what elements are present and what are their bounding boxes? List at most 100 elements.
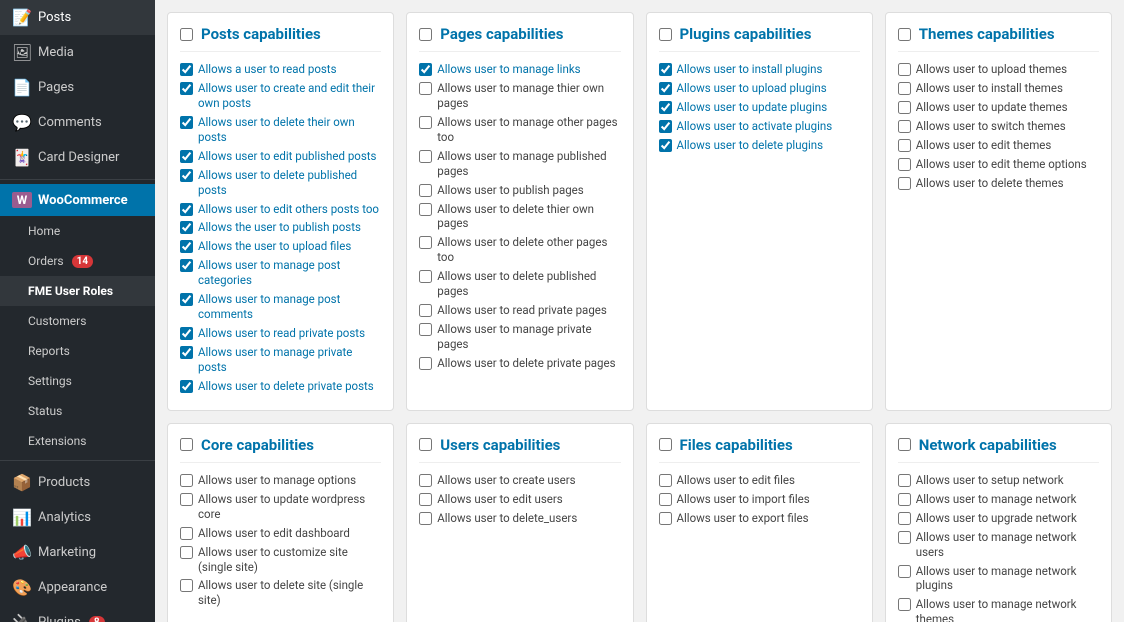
users-select-all-checkbox[interactable] xyxy=(419,438,432,451)
capability-checkbox[interactable] xyxy=(419,357,432,370)
capability-label: Allows user to publish pages xyxy=(437,183,583,198)
capability-checkbox[interactable] xyxy=(419,323,432,336)
capability-checkbox[interactable] xyxy=(419,304,432,317)
sidebar-item-extensions[interactable]: Extensions xyxy=(0,426,155,456)
capability-checkbox[interactable] xyxy=(659,512,672,525)
capability-checkbox[interactable] xyxy=(180,63,193,76)
capability-checkbox[interactable] xyxy=(419,116,432,129)
sidebar-item-products[interactable]: 📦 Products xyxy=(0,465,155,500)
sidebar-item-posts[interactable]: 📝 Posts xyxy=(0,0,155,35)
sidebar-item-home[interactable]: Home xyxy=(0,216,155,246)
files-select-all-checkbox[interactable] xyxy=(659,438,672,451)
list-item: Allows user to manage post comments xyxy=(180,292,381,322)
capability-checkbox[interactable] xyxy=(898,82,911,95)
sidebar-item-fme-user-roles[interactable]: FME User Roles xyxy=(0,276,155,306)
themes-select-all-checkbox[interactable] xyxy=(898,28,911,41)
capability-checkbox[interactable] xyxy=(898,101,911,114)
capability-checkbox[interactable] xyxy=(659,474,672,487)
sidebar-item-plugins[interactable]: 🔌 Plugins 8 xyxy=(0,605,155,622)
capability-checkbox[interactable] xyxy=(419,512,432,525)
capability-checkbox[interactable] xyxy=(180,203,193,216)
capability-checkbox[interactable] xyxy=(898,139,911,152)
core-select-all-checkbox[interactable] xyxy=(180,438,193,451)
capability-checkbox[interactable] xyxy=(180,346,193,359)
sidebar-item-settings[interactable]: Settings xyxy=(0,366,155,396)
capability-checkbox[interactable] xyxy=(898,474,911,487)
capability-checkbox[interactable] xyxy=(419,150,432,163)
capability-checkbox[interactable] xyxy=(180,82,193,95)
capability-label: Allows user to upgrade network xyxy=(916,511,1077,526)
list-item: Allows user to activate plugins xyxy=(659,119,860,134)
capability-label: Allows user to delete published pages xyxy=(437,269,620,299)
sidebar-item-analytics[interactable]: 📊 Analytics xyxy=(0,500,155,535)
capability-checkbox[interactable] xyxy=(180,579,193,592)
posts-select-all-checkbox[interactable] xyxy=(180,28,193,41)
sidebar-item-customers[interactable]: Customers xyxy=(0,306,155,336)
sidebar-item-media[interactable]: 🖼 Media xyxy=(0,35,155,70)
sidebar-item-pages[interactable]: 📄 Pages xyxy=(0,70,155,105)
capability-checkbox[interactable] xyxy=(659,63,672,76)
capability-label: Allows the user to publish posts xyxy=(198,220,361,235)
sidebar-item-comments[interactable]: 💬 Comments xyxy=(0,105,155,140)
capability-checkbox[interactable] xyxy=(898,493,911,506)
network-items-list: Allows user to setup networkAllows user … xyxy=(898,473,1099,622)
network-card-title: Network capabilities xyxy=(919,436,1057,454)
capability-checkbox[interactable] xyxy=(898,177,911,190)
list-item: Allows user to edit published posts xyxy=(180,149,381,164)
capability-checkbox[interactable] xyxy=(898,120,911,133)
capability-checkbox[interactable] xyxy=(180,546,193,559)
capability-checkbox[interactable] xyxy=(180,474,193,487)
capability-checkbox[interactable] xyxy=(419,63,432,76)
capability-checkbox[interactable] xyxy=(180,221,193,234)
capability-checkbox[interactable] xyxy=(180,527,193,540)
capability-checkbox[interactable] xyxy=(180,150,193,163)
sidebar-item-reports[interactable]: Reports xyxy=(0,336,155,366)
capability-checkbox[interactable] xyxy=(659,139,672,152)
capability-checkbox[interactable] xyxy=(180,240,193,253)
capability-checkbox[interactable] xyxy=(419,82,432,95)
capability-checkbox[interactable] xyxy=(659,493,672,506)
capability-checkbox[interactable] xyxy=(180,493,193,506)
capability-checkbox[interactable] xyxy=(180,169,193,182)
capability-checkbox[interactable] xyxy=(419,236,432,249)
capability-label: Allows user to manage private pages xyxy=(437,322,620,352)
capability-checkbox[interactable] xyxy=(898,158,911,171)
sidebar-item-status[interactable]: Status xyxy=(0,396,155,426)
capability-checkbox[interactable] xyxy=(419,493,432,506)
sidebar-item-appearance[interactable]: 🎨 Appearance xyxy=(0,570,155,605)
capability-checkbox[interactable] xyxy=(898,63,911,76)
sidebar-item-woocommerce[interactable]: W WooCommerce xyxy=(0,184,155,216)
capability-checkbox[interactable] xyxy=(180,259,193,272)
themes-card-header: Themes capabilities xyxy=(898,25,1099,52)
sidebar-item-marketing[interactable]: 📣 Marketing xyxy=(0,535,155,570)
capability-label: Allows user to update themes xyxy=(916,100,1068,115)
list-item: Allows user to manage network users xyxy=(898,530,1099,560)
capability-checkbox[interactable] xyxy=(659,82,672,95)
capability-checkbox[interactable] xyxy=(659,120,672,133)
sidebar-item-orders[interactable]: Orders 14 xyxy=(0,246,155,276)
core-capabilities-card: Core capabilities Allows user to manage … xyxy=(167,423,394,622)
capability-checkbox[interactable] xyxy=(180,380,193,393)
plugins-icon: 🔌 xyxy=(12,613,32,622)
capability-checkbox[interactable] xyxy=(419,270,432,283)
capabilities-grid: Posts capabilities Allows a user to read… xyxy=(167,12,1112,622)
list-item: Allows user to delete published pages xyxy=(419,269,620,299)
capability-checkbox[interactable] xyxy=(180,293,193,306)
plugins-select-all-checkbox[interactable] xyxy=(659,28,672,41)
capability-checkbox[interactable] xyxy=(898,565,911,578)
capability-checkbox[interactable] xyxy=(180,116,193,129)
capability-checkbox[interactable] xyxy=(180,327,193,340)
network-select-all-checkbox[interactable] xyxy=(898,438,911,451)
pages-select-all-checkbox[interactable] xyxy=(419,28,432,41)
capability-checkbox[interactable] xyxy=(898,512,911,525)
capability-label: Allows user to manage network themes xyxy=(916,597,1099,622)
pages-icon: 📄 xyxy=(12,78,32,97)
themes-card-title: Themes capabilities xyxy=(919,25,1055,43)
capability-checkbox[interactable] xyxy=(419,474,432,487)
capability-checkbox[interactable] xyxy=(898,531,911,544)
capability-checkbox[interactable] xyxy=(419,184,432,197)
capability-checkbox[interactable] xyxy=(419,203,432,216)
capability-checkbox[interactable] xyxy=(898,598,911,611)
capability-checkbox[interactable] xyxy=(659,101,672,114)
sidebar-item-card-designer[interactable]: 🃏 Card Designer xyxy=(0,140,155,175)
